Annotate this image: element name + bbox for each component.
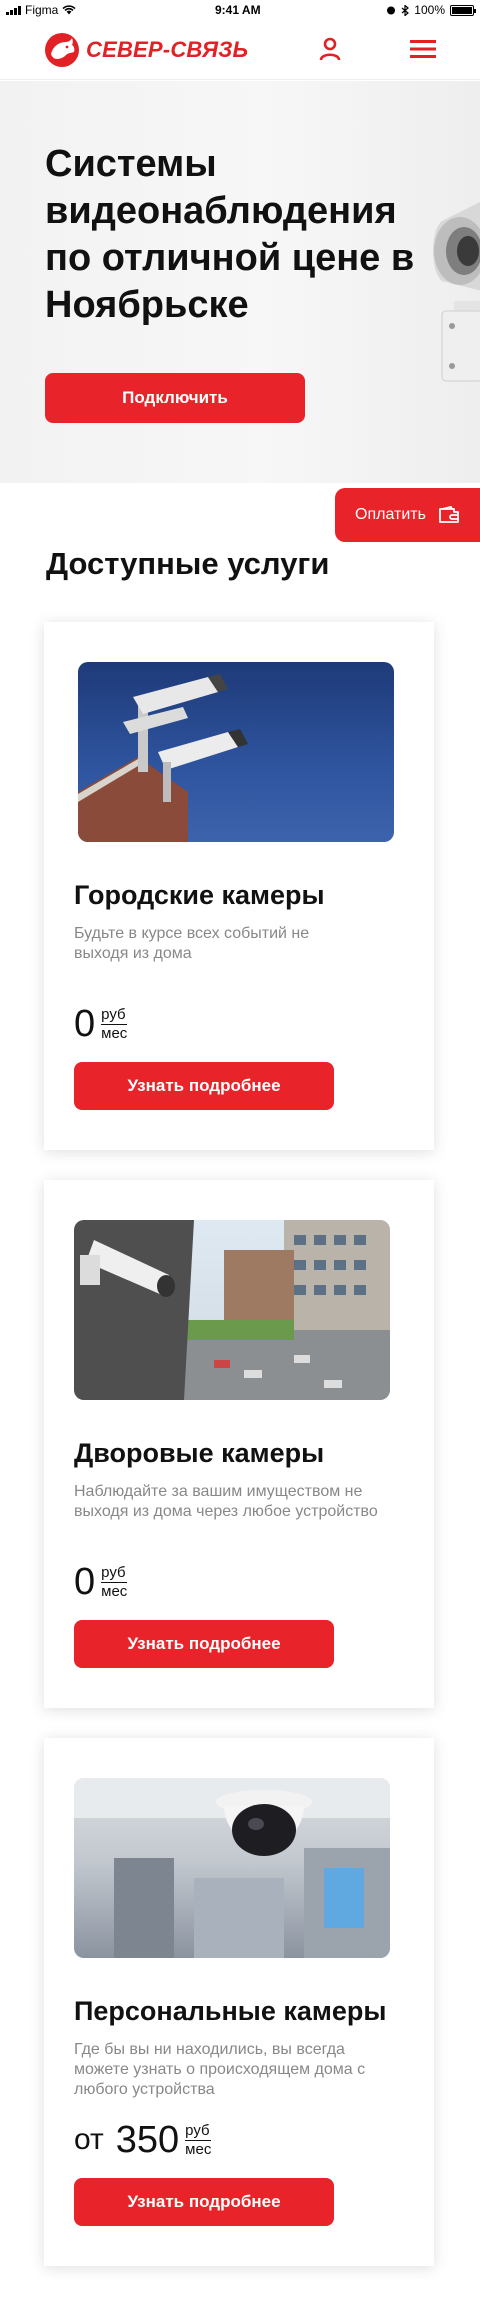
price-value: 0 [74,1003,96,1045]
card-description: Наблюдайте за вашим имуществом не выходя… [74,1483,378,1520]
card-title: Городские камеры [74,880,325,910]
alarm-icon [387,6,396,15]
card-description: Будьте в курсе всех событий не выходя из… [74,925,310,962]
signal-icon [6,5,21,15]
brand-logo[interactable]: СЕВЕР-СВЯЗЬ [44,32,248,68]
learn-more-button[interactable]: Узнать подробнее [74,1062,334,1110]
price-value: 350 [115,2119,180,2161]
hero-banner: Системы видеонаблюдения по отличной цене… [0,81,480,483]
battery-icon [450,4,476,16]
menu-button[interactable] [406,34,440,64]
price-period: мес [185,2141,212,2158]
services-title: Доступные услуги [46,546,330,581]
yard-camera-photo [74,1220,390,1400]
card-title: Дворовые камеры [74,1438,325,1468]
service-card: Городские камеры Будьте в курсе всех соб… [44,622,434,1150]
hero-title: Системы видеонаблюдения по отличной цене… [45,143,415,326]
price-currency: руб [185,2122,212,2141]
status-time: 9:41 AM [215,3,261,17]
price-currency: руб [101,1006,128,1025]
connect-button[interactable]: Подключить [45,373,305,423]
pay-button[interactable]: Оплатить [335,488,480,542]
card-price: 0 руб мес [74,1561,128,1603]
card-price: 0 руб мес [74,1003,128,1045]
price-period: мес [101,1583,128,1600]
bluetooth-icon [401,4,410,16]
service-card: Дворовые камеры Наблюдайте за вашим имущ… [44,1180,434,1708]
learn-more-button[interactable]: Узнать подробнее [74,2178,334,2226]
card-price: от 350 руб мес [74,2119,212,2161]
hamburger-menu-icon [410,40,436,58]
learn-more-button[interactable]: Узнать подробнее [74,1620,334,1668]
price-period: мес [101,1025,128,1042]
user-icon [319,37,341,61]
brand-name: СЕВЕР-СВЯЗЬ [86,36,249,62]
dome-camera-photo [74,1778,390,1958]
carrier-name: Figma [25,3,59,17]
pay-button-label: Оплатить [355,506,426,523]
account-button[interactable] [315,34,345,64]
card-title: Персональные камеры [74,1996,387,2026]
bear-logo-icon [45,32,79,67]
wifi-icon [62,5,76,15]
status-bar: Figma 9:41 AM 100% [0,0,480,20]
wallet-icon [439,506,459,523]
card-description: Где бы вы ни находились, вы всегда может… [74,2041,366,2098]
security-camera-illustration [433,202,480,382]
service-card: Персональные камеры Где бы вы ни находил… [44,1738,434,2266]
price-prefix: от [74,2123,104,2156]
price-value: 0 [74,1561,96,1603]
site-header: СЕВЕР-СВЯЗЬ [0,20,480,80]
city-cameras-photo [78,662,394,842]
price-currency: руб [101,1564,128,1583]
battery-percent: 100% [414,3,445,17]
